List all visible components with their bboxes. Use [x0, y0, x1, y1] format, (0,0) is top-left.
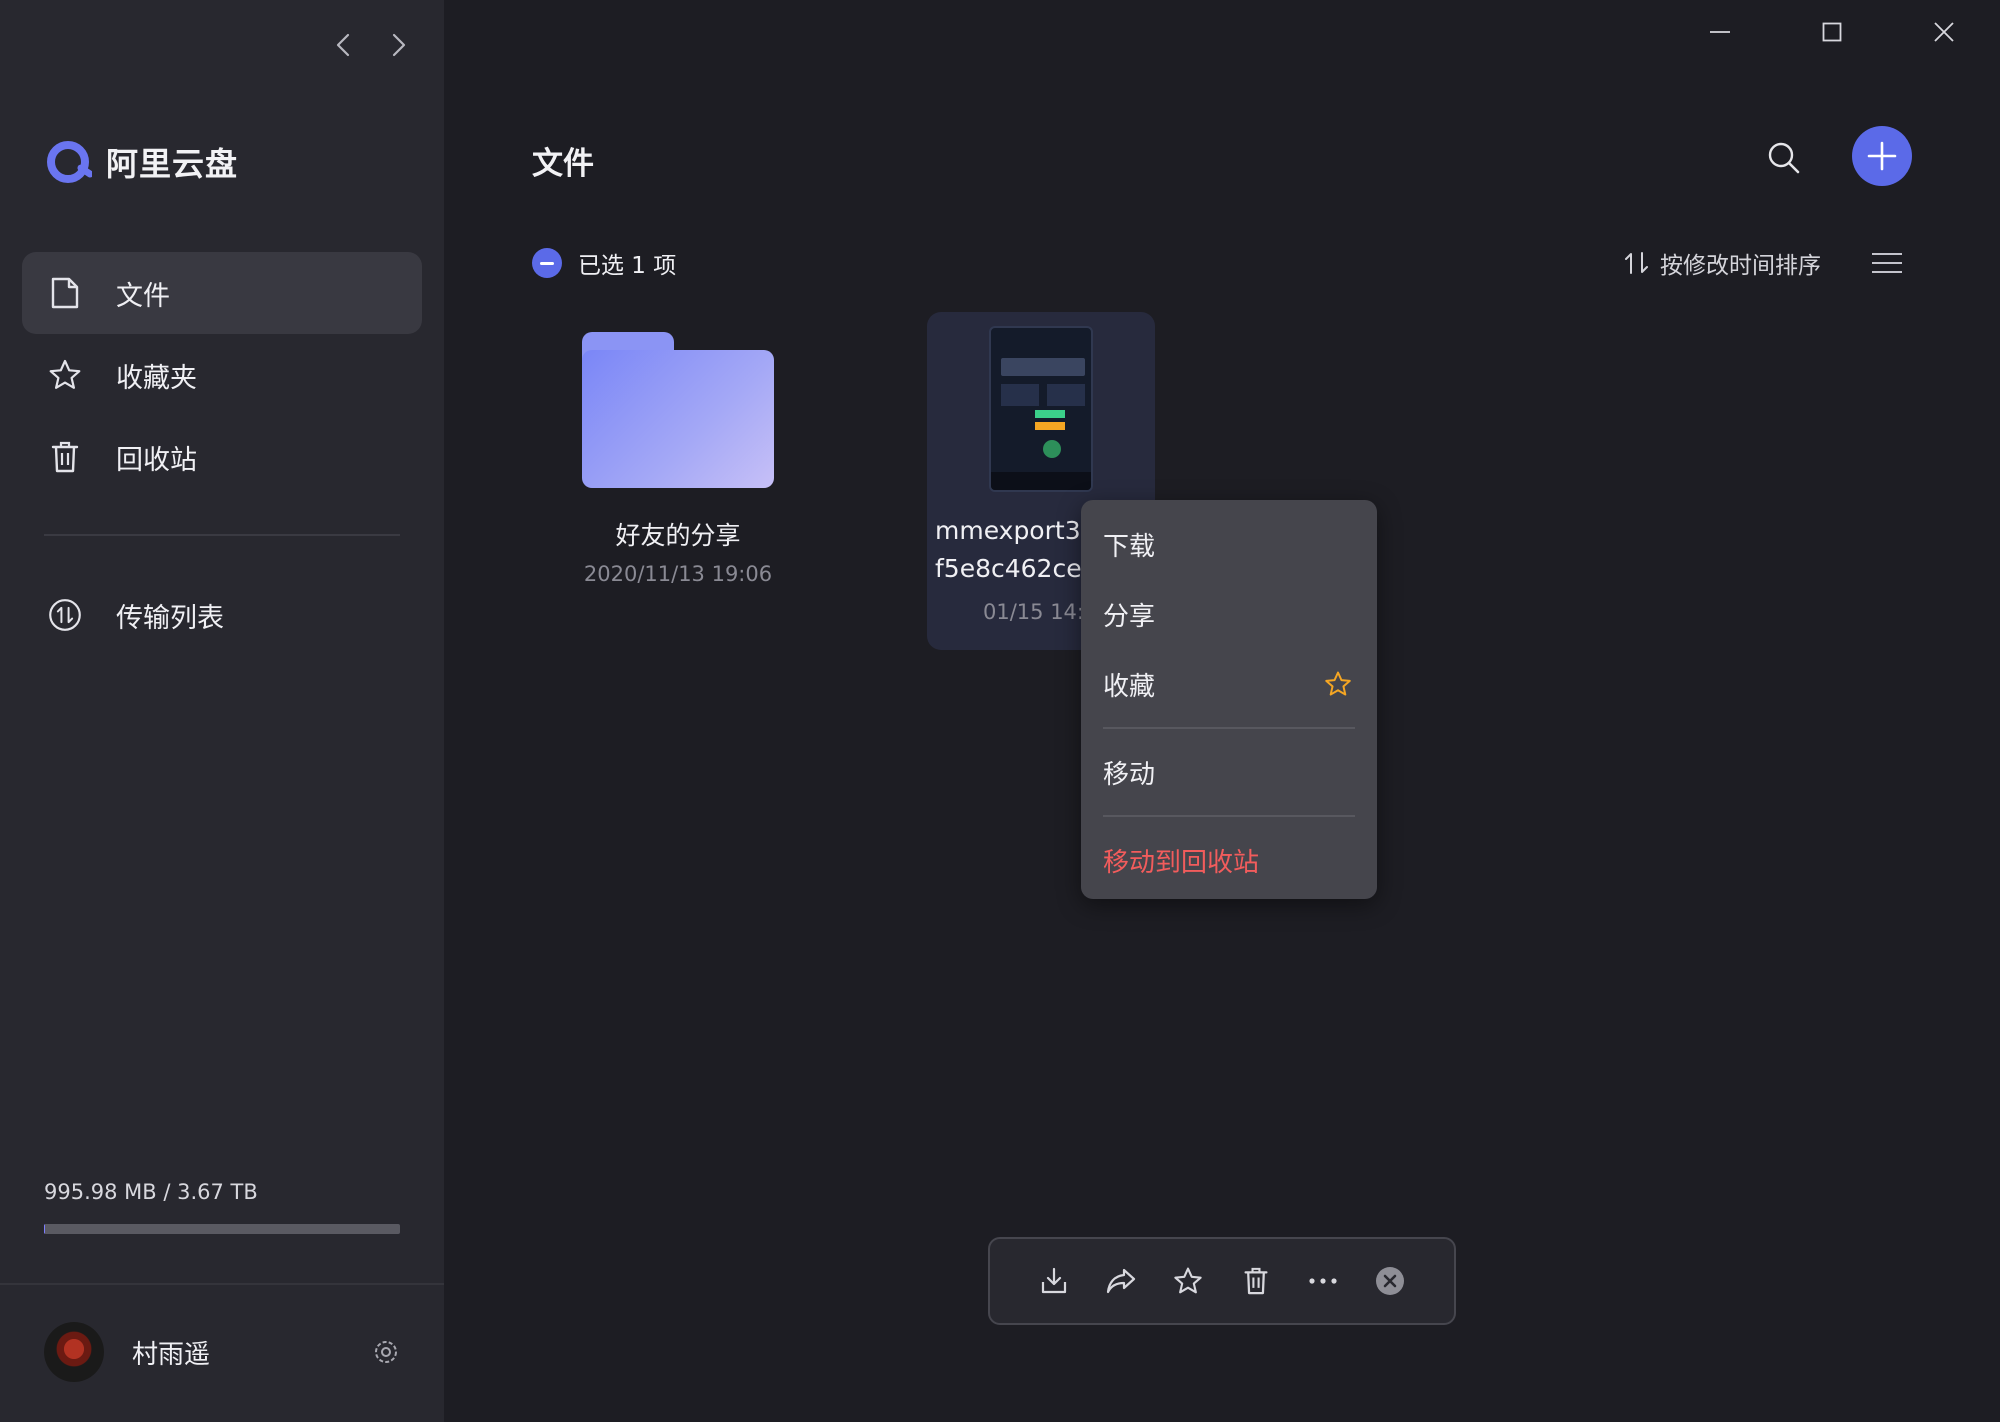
list-view-icon[interactable] — [1872, 250, 1902, 276]
menu-separator — [1103, 727, 1355, 729]
sidebar-item-label: 传输列表 — [116, 602, 224, 634]
sidebar-item-files[interactable]: 文件 — [22, 252, 422, 334]
storage-bar — [44, 1224, 400, 1234]
trash-icon — [48, 440, 82, 474]
sort-label: 按修改时间排序 — [1660, 253, 1821, 279]
search-icon[interactable] — [1762, 136, 1806, 180]
nav-arrows — [330, 28, 412, 62]
user-profile: 村雨遥 — [44, 1322, 400, 1382]
sort-icon — [1625, 252, 1648, 274]
sidebar-transfer-section: 传输列表 — [22, 574, 422, 656]
menu-item-label: 收藏 — [1103, 671, 1156, 702]
sidebar-item-transfer-list[interactable]: 传输列表 — [22, 574, 422, 656]
more-options-icon[interactable] — [1303, 1261, 1343, 1301]
sort-button[interactable]: 按修改时间排序 — [1624, 246, 1821, 280]
storage-text: 995.98 MB / 3.67 TB — [44, 1180, 258, 1204]
back-arrow-icon[interactable] — [330, 28, 356, 62]
sidebar-bottom-divider — [0, 1283, 444, 1285]
context-menu-share[interactable]: 分享 — [1103, 579, 1355, 649]
user-name[interactable]: 村雨遥 — [132, 1334, 372, 1371]
add-button[interactable] — [1852, 126, 1912, 186]
file-icon — [48, 276, 82, 310]
deselect-minus-icon[interactable] — [532, 248, 562, 278]
file-tile-folder[interactable]: 好友的分享 2020/11/13 19:06 — [564, 312, 792, 602]
download-icon[interactable] — [1034, 1261, 1074, 1301]
close-icon[interactable] — [1888, 12, 2000, 52]
storage-usage: 995.98 MB / 3.67 TB — [44, 1180, 400, 1234]
plus-icon — [1867, 141, 1897, 171]
context-menu-move-to-trash[interactable]: 移动到回收站 — [1103, 825, 1355, 895]
favorite-star-icon[interactable] — [1168, 1261, 1208, 1301]
page-title: 文件 — [532, 146, 594, 182]
context-menu: 下载 分享 收藏 移动 移动到回收站 — [1081, 500, 1377, 899]
logo-icon — [47, 141, 92, 183]
menu-item-label: 移动 — [1103, 759, 1156, 790]
sidebar-item-label: 文件 — [116, 280, 170, 312]
avatar[interactable] — [44, 1322, 104, 1382]
sidebar: 阿里云盘 文件 收藏夹 回收站 传输列表 995.98 MB / 3.67 TB… — [0, 0, 444, 1422]
maximize-icon[interactable] — [1776, 12, 1888, 52]
window-controls — [1664, 12, 2000, 52]
selection-count: 已选 1 项 — [578, 253, 677, 279]
star-icon — [1323, 669, 1353, 699]
minimize-icon[interactable] — [1664, 12, 1776, 52]
share-icon[interactable] — [1101, 1261, 1141, 1301]
menu-item-label: 分享 — [1103, 601, 1156, 632]
sidebar-divider — [44, 534, 400, 536]
sidebar-item-trash[interactable]: 回收站 — [22, 416, 422, 498]
menu-item-label: 移动到回收站 — [1103, 847, 1260, 878]
sidebar-menu: 文件 收藏夹 回收站 — [22, 252, 422, 498]
context-menu-download[interactable]: 下载 — [1103, 509, 1355, 579]
context-menu-move[interactable]: 移动 — [1103, 737, 1355, 807]
app-name: 阿里云盘 — [106, 145, 239, 183]
menu-separator — [1103, 815, 1355, 817]
file-date: 2020/11/13 19:06 — [583, 562, 773, 586]
transfer-icon — [48, 598, 82, 632]
delete-trash-icon[interactable] — [1236, 1261, 1276, 1301]
file-name: 好友的分享 — [615, 521, 741, 550]
sidebar-item-label: 收藏夹 — [116, 362, 197, 394]
sidebar-item-favorites[interactable]: 收藏夹 — [22, 334, 422, 416]
image-thumbnail — [989, 326, 1093, 492]
settings-gear-icon[interactable] — [372, 1338, 400, 1366]
menu-item-label: 下载 — [1103, 531, 1156, 562]
app-logo: 阿里云盘 — [44, 138, 238, 186]
context-menu-favorite[interactable]: 收藏 — [1103, 649, 1355, 719]
forward-arrow-icon[interactable] — [386, 28, 412, 62]
close-selection-icon[interactable] — [1370, 1261, 1410, 1301]
selection-bar: 已选 1 项 — [532, 246, 676, 280]
selection-toolbar — [988, 1237, 1456, 1325]
folder-icon — [582, 332, 774, 488]
star-icon — [48, 358, 82, 392]
sidebar-item-label: 回收站 — [116, 444, 197, 476]
